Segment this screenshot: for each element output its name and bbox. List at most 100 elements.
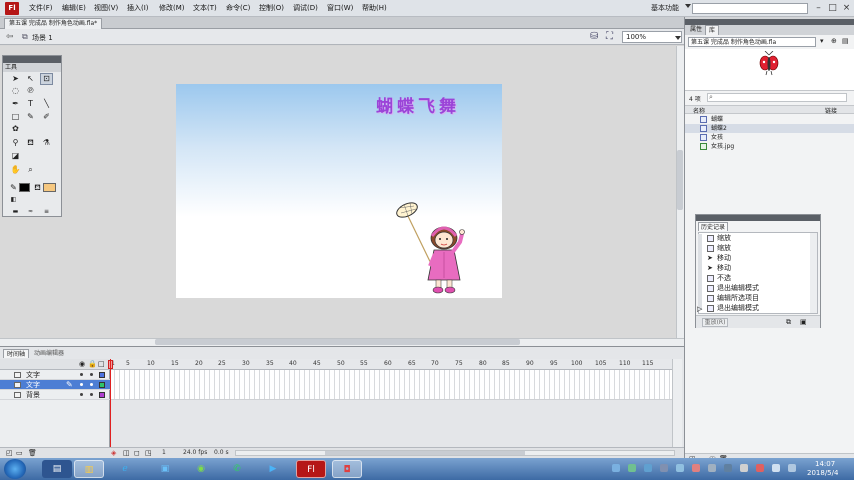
menu-control[interactable]: 控制(O) [259,3,284,13]
edit-scene-icon[interactable]: ⛁ [590,31,598,42]
flash-icon[interactable]: Fl [296,460,326,478]
visibility-dot[interactable] [80,373,83,376]
wechat-icon[interactable]: ✆ [222,460,252,478]
back-arrow-icon[interactable]: ⇦ [6,32,14,42]
history-item[interactable]: 缩放 [707,233,731,243]
library-item[interactable]: 蝴蝶 [685,115,854,124]
visibility-dot[interactable] [80,393,83,396]
history-slider-handle[interactable]: ▷ [697,305,702,313]
volume-icon[interactable] [772,464,780,472]
menu-insert[interactable]: 插入(I) [127,3,149,13]
onion-skin-icon[interactable]: ◫ [123,449,130,457]
line-tool-icon[interactable]: ╲ [41,99,52,109]
tray-app-icon[interactable] [692,464,700,472]
smooth-icon[interactable]: ≈ [25,207,36,217]
visibility-dot[interactable] [80,383,83,386]
new-layer-icon[interactable]: ◰ [6,449,13,457]
explorer-icon[interactable]: ▤ [42,460,72,478]
layer-outline-color[interactable] [99,382,105,388]
library-item-name[interactable]: 女孩 [711,133,723,142]
history-slider-track[interactable] [698,234,702,310]
tray-app-icon[interactable] [756,464,764,472]
history-item[interactable]: 编辑所选项目 [707,293,759,303]
edit-symbol-icon[interactable]: ⛶ [606,31,613,42]
menu-window[interactable]: 窗口(W) [327,3,353,13]
library-item[interactable]: 女孩.jpg [685,142,854,151]
minimize-icon[interactable]: – [812,2,825,14]
stage-title-text[interactable]: 蝴蝶飞舞 [376,92,460,117]
menu-edit[interactable]: 编辑(E) [62,3,86,13]
history-scrollbar[interactable] [810,233,817,313]
help-search-input[interactable] [692,3,808,14]
library-search-input[interactable] [707,93,847,102]
copy-steps-icon[interactable]: ⧉ [786,318,791,327]
timeline-vertical-scrollbar[interactable] [672,359,682,447]
menu-modify[interactable]: 修改(M) [159,3,185,13]
tray-app-icon[interactable] [628,464,636,472]
playhead-line[interactable] [110,359,111,447]
tray-app-icon[interactable] [708,464,716,472]
pencil-icon[interactable]: ✎ [25,112,36,122]
lock-dot[interactable] [90,383,93,386]
library-item-name[interactable]: 女孩.jpg [711,142,734,151]
library-item-name[interactable]: 蝴蝶2 [711,124,727,133]
history-item[interactable]: 缩放 [707,243,731,253]
history-item[interactable]: 退出编辑模式 [707,283,759,293]
layer-name[interactable]: 背景 [26,390,40,400]
tray-app-icon[interactable] [644,464,652,472]
history-item[interactable]: 退出编辑模式 [707,303,759,313]
eraser-icon[interactable]: ◪ [10,151,21,161]
document-tab[interactable]: 第五课 完成品 制作角色动画.fla* [4,18,103,29]
stroke-color-swatch[interactable] [19,183,30,192]
girl-with-net-illustration[interactable] [394,198,474,294]
frame-ruler[interactable]: 1 5 10 15 20 25 30 35 40 45 50 55 60 65 … [110,359,674,370]
tray-app-icon[interactable] [724,464,732,472]
new-library-panel-icon[interactable]: ▤ [842,37,849,45]
hand-icon[interactable]: ✋ [10,165,21,175]
start-button[interactable] [4,459,26,479]
straighten-icon[interactable]: ≡ [41,207,52,217]
replay-button[interactable]: 重放(R) [702,318,728,327]
zoom-select[interactable]: 100% [622,31,682,43]
workspace-switcher[interactable]: 基本功能 [651,3,679,13]
tray-network-icon[interactable] [612,464,620,472]
layer-name[interactable]: 文字 [26,380,40,390]
history-item[interactable]: 不选 [707,273,731,283]
chevron-down-icon[interactable] [685,4,691,8]
lock-icon[interactable]: 🔒 [88,360,97,368]
clock-time[interactable]: 14:07 [815,460,835,468]
ie-icon[interactable]: ℯ [110,460,140,478]
zoom-dropdown-icon[interactable] [675,36,681,40]
chevron-down-icon[interactable]: ▾ [820,37,824,45]
refresh-icon[interactable]: ◉ [186,460,216,478]
brush-icon[interactable]: ✐ [41,112,52,122]
deco-icon[interactable]: ✿ [10,124,21,134]
vertical-scroll-thumb[interactable] [677,150,683,210]
tab-history[interactable]: 历史记录 [698,222,729,231]
selection-tool-icon[interactable]: ➤ [10,74,21,84]
timeline-scroll-thumb[interactable] [325,451,525,455]
layer-name[interactable]: 文字 [26,370,40,380]
media-icon[interactable]: ▣ [150,460,180,478]
tab-motion-editor[interactable]: 动画编辑器 [31,349,67,358]
tray-app-icon[interactable] [676,464,684,472]
horizontal-scroll-thumb[interactable] [155,339,520,345]
history-item[interactable]: ➤ 移动 [707,253,731,263]
history-panel-grip[interactable] [696,215,820,221]
lock-dot[interactable] [90,393,93,396]
fill-color-swatch[interactable] [43,183,56,192]
layer-row-selected[interactable]: 文字 ✎ [0,380,110,390]
library-item[interactable]: 女孩 [685,133,854,142]
swap-colors-icon[interactable]: ◧ [8,195,19,205]
menu-text[interactable]: 文本(T) [193,3,217,13]
tab-properties[interactable]: 属性 [687,25,705,35]
rectangle-tool-icon[interactable]: □ [10,112,21,122]
maximize-icon[interactable]: □ [826,2,839,14]
lock-dot[interactable] [90,373,93,376]
tray-app-icon[interactable] [740,464,748,472]
tab-library[interactable]: 库 [705,25,720,35]
network-icon[interactable] [788,464,796,472]
tools-panel-grip[interactable] [3,56,61,63]
bone-icon[interactable]: ⚲ [10,138,21,148]
layer-outline-color[interactable] [99,372,105,378]
